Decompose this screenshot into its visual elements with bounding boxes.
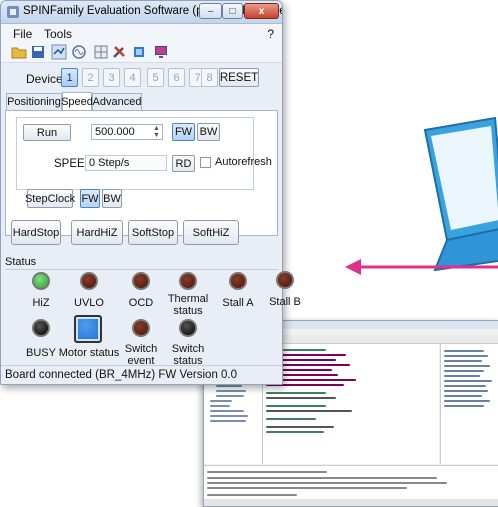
softstop-button[interactable]: SoftStop bbox=[128, 220, 178, 245]
ide-outline-panel bbox=[440, 344, 498, 464]
stall-a-led bbox=[229, 272, 247, 290]
menu-tools[interactable]: Tools bbox=[44, 27, 72, 41]
reset-button[interactable]: RESET bbox=[219, 68, 259, 87]
motor-status-led bbox=[74, 315, 102, 343]
hardhiz-button[interactable]: HardHiZ bbox=[71, 220, 123, 245]
close-button[interactable]: x bbox=[244, 3, 279, 19]
toolbar bbox=[1, 42, 282, 63]
motor-icon[interactable] bbox=[51, 44, 67, 60]
run-button[interactable]: Run bbox=[23, 124, 71, 141]
maximize-button[interactable]: □ bbox=[222, 3, 243, 19]
tab-speed[interactable]: Speed bbox=[61, 92, 93, 111]
stepclock-bw-button[interactable]: BW bbox=[102, 189, 122, 208]
device-button-5[interactable]: 5 bbox=[147, 68, 164, 87]
monitor-icon[interactable] bbox=[153, 44, 169, 60]
spinner-up-icon[interactable]: ▲ bbox=[153, 125, 160, 132]
switch-status-led bbox=[179, 319, 197, 337]
ide-console bbox=[204, 465, 498, 500]
busy-led bbox=[32, 319, 50, 337]
speed-readout: 0 Step/s bbox=[85, 155, 167, 171]
menu-file[interactable]: File bbox=[13, 27, 32, 41]
title-bar: SPINFamily Evaluation Software (powerSTE… bbox=[1, 1, 282, 24]
spinner-down-icon[interactable]: ▼ bbox=[153, 132, 160, 139]
device-button-4[interactable]: 4 bbox=[124, 68, 141, 87]
device-button-3[interactable]: 3 bbox=[103, 68, 120, 87]
arrow-left-icon bbox=[345, 259, 498, 275]
app-window: SPINFamily Evaluation Software (powerSTE… bbox=[0, 0, 283, 385]
connection-status: Board connected (BR_4MHz) FW Version 0.0 bbox=[5, 369, 238, 381]
stall-b-led bbox=[276, 271, 294, 289]
uvlo-led bbox=[80, 272, 98, 290]
minimize-icon: – bbox=[207, 5, 214, 17]
device-button-8[interactable]: 8 bbox=[201, 68, 218, 87]
save-icon[interactable] bbox=[30, 44, 46, 60]
ide-code-editor bbox=[263, 344, 439, 464]
stall-b-label: Stall B bbox=[269, 296, 301, 308]
hiz-led bbox=[32, 272, 50, 290]
ocd-led bbox=[132, 272, 150, 290]
run-bw-button[interactable]: BW bbox=[197, 123, 220, 141]
switch-event-led bbox=[132, 319, 150, 337]
speed-tab-panel: Run 500.000 ▲ ▼ FW BW SPEED 0 Step/s RD A… bbox=[5, 110, 278, 236]
open-folder-icon[interactable] bbox=[11, 44, 27, 60]
device-button-1[interactable]: 1 bbox=[61, 68, 78, 87]
device-button-6[interactable]: 6 bbox=[168, 68, 185, 87]
speed-group: Run 500.000 ▲ ▼ FW BW SPEED 0 Step/s RD A… bbox=[16, 117, 272, 190]
tools-icon[interactable] bbox=[111, 44, 127, 60]
tab-positioning[interactable]: Positioning bbox=[6, 93, 62, 110]
read-speed-button[interactable]: RD bbox=[172, 155, 195, 172]
stepclock-button[interactable]: StepClock bbox=[25, 189, 75, 208]
tab-advanced[interactable]: Advanced bbox=[92, 93, 142, 110]
minimize-button[interactable]: – bbox=[199, 3, 222, 19]
softhiz-button[interactable]: SoftHiZ bbox=[183, 220, 239, 245]
chip-icon[interactable] bbox=[131, 44, 147, 60]
thermal-status-led bbox=[179, 272, 197, 290]
autorefresh-checkbox[interactable] bbox=[200, 157, 211, 168]
device-button-2[interactable]: 2 bbox=[82, 68, 99, 87]
run-speed-spinner[interactable]: ▲ ▼ bbox=[152, 125, 161, 139]
autorefresh-label: Autorefresh bbox=[215, 156, 272, 168]
devices-row: Devices 1 2 3 4 5 6 7 8 RESET bbox=[1, 63, 282, 91]
status-section-title: Status bbox=[5, 256, 37, 268]
grid-icon[interactable] bbox=[93, 44, 109, 60]
hardstop-button[interactable]: HardStop bbox=[11, 220, 61, 245]
maximize-icon: □ bbox=[229, 5, 236, 17]
uvlo-label: UVLO bbox=[74, 297, 104, 309]
menu-bar: File Tools ? bbox=[1, 24, 282, 42]
switch-status-label: Switch status bbox=[171, 343, 205, 367]
oscilloscope-icon[interactable] bbox=[71, 44, 87, 60]
close-icon: x bbox=[258, 5, 265, 17]
status-bar: Board connected (BR_4MHz) FW Version 0.0 bbox=[1, 365, 282, 384]
menu-help[interactable]: ? bbox=[267, 27, 274, 41]
run-fw-button[interactable]: FW bbox=[172, 123, 195, 141]
stepclock-fw-button[interactable]: FW bbox=[80, 189, 100, 208]
app-icon bbox=[7, 6, 19, 18]
